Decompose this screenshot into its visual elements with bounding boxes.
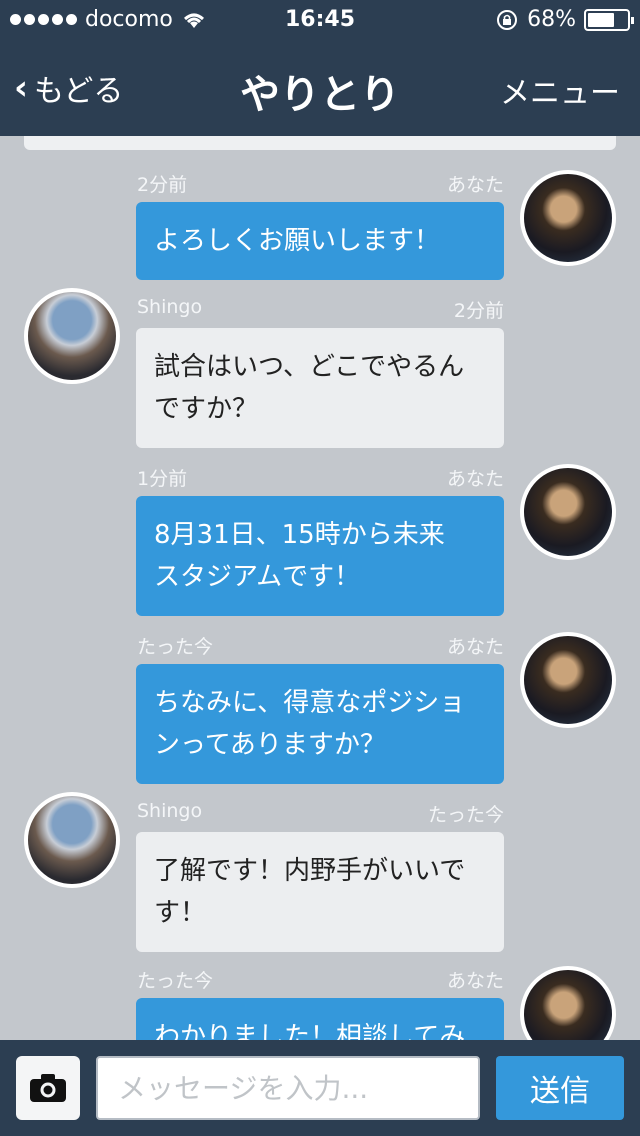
message-line: よろしくお願いします！ [154, 226, 441, 256]
message-time: 2分前 [137, 174, 188, 196]
message-sender: あなた [446, 174, 504, 196]
message-sender: あなた [446, 970, 504, 992]
message-bubble: 試合はいつ、どこでやるん ですか？ [136, 328, 504, 448]
message-meta: Shingo 2分前 [137, 296, 504, 322]
message-meta: たった今 あなた [137, 966, 504, 992]
message-sender: あなた [446, 468, 504, 490]
message-input[interactable] [96, 1056, 480, 1120]
menu-button[interactable]: メニュー [500, 68, 620, 112]
message-meta: 2分前 あなた [137, 170, 504, 196]
message-input-bar: 送信 [0, 1040, 640, 1136]
message-sender: Shingo [137, 296, 203, 318]
message-row: 1分前 あなた 8月31日、15時から未来 スタジアムです！ [0, 464, 640, 616]
message-line: 了解です！内野手がいいで [154, 856, 466, 886]
message-row: たった今 あなた ちなみに、得意なポジショ ンってありますか？ [0, 632, 640, 784]
avatar-shingo[interactable] [24, 792, 120, 888]
message-row: たった今 あなた わかりました！相談してみ [0, 966, 640, 1040]
message-line: ちなみに、得意なポジショ [154, 688, 466, 718]
avatar-self[interactable] [520, 632, 616, 728]
message-line: わかりました！相談してみ [154, 1022, 466, 1040]
message-line: す！ [154, 898, 207, 928]
previous-card [24, 136, 616, 150]
rotation-lock-icon [497, 9, 518, 30]
message-time: たった今 [137, 636, 214, 658]
status-right: 68% [495, 7, 634, 32]
message-time: 2分前 [453, 300, 504, 322]
message-bubble: 了解です！内野手がいいで す！ [136, 832, 504, 952]
status-bar: docomo 16:45 68% [0, 0, 640, 40]
battery-percent: 68% [527, 7, 576, 32]
message-row: Shingo たった今 了解です！内野手がいいで す！ [0, 792, 640, 952]
message-line: ですか？ [154, 394, 259, 424]
message-meta: Shingo たった今 [137, 800, 504, 826]
avatar-self[interactable] [520, 966, 616, 1040]
message-row: 2分前 あなた よろしくお願いします！ [0, 170, 640, 280]
avatar-self[interactable] [520, 464, 616, 560]
camera-icon [30, 1074, 66, 1102]
message-bubble: わかりました！相談してみ [136, 998, 504, 1040]
message-bubble: 8月31日、15時から未来 スタジアムです！ [136, 496, 504, 616]
battery-icon [584, 8, 634, 31]
message-bubble: ちなみに、得意なポジショ ンってありますか？ [136, 664, 504, 784]
avatar-shingo[interactable] [24, 288, 120, 384]
chat-area[interactable]: 2分前 あなた よろしくお願いします！ Shingo 2分前 試合はいつ、どこで… [0, 136, 640, 1040]
message-bubble: よろしくお願いします！ [136, 202, 504, 280]
camera-button[interactable] [16, 1056, 80, 1120]
message-time: たった今 [137, 970, 214, 992]
message-time: 1分前 [137, 468, 188, 490]
avatar-self[interactable] [520, 170, 616, 266]
message-line: 試合はいつ、どこでやるん [154, 352, 465, 382]
message-sender: あなた [446, 636, 504, 658]
message-line: 8月31日、15時から未来 [154, 520, 445, 550]
message-line: スタジアムです！ [154, 562, 361, 592]
message-meta: 1分前 あなた [137, 464, 504, 490]
message-time: たった今 [427, 804, 504, 826]
send-button[interactable]: 送信 [496, 1056, 624, 1120]
message-line: ンってありますか？ [154, 730, 386, 760]
message-row: Shingo 2分前 試合はいつ、どこでやるん ですか？ [0, 288, 640, 448]
message-sender: Shingo [137, 800, 203, 822]
message-meta: たった今 あなた [137, 632, 504, 658]
nav-bar: ‹ もどる やりとり メニュー [0, 40, 640, 136]
